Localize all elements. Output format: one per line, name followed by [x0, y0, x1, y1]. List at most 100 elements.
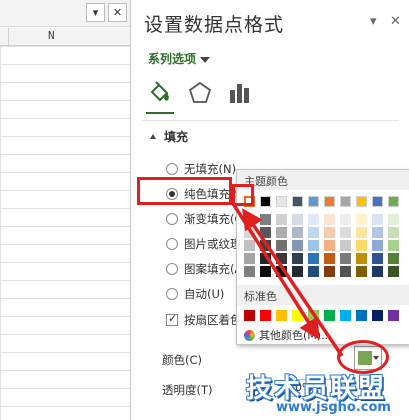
theme-shade-swatch[interactable] [244, 253, 255, 264]
theme-shade-swatch[interactable] [356, 253, 367, 264]
theme-shade-swatch[interactable] [340, 240, 351, 251]
theme-shade-swatch[interactable] [340, 253, 351, 264]
theme-shade-swatch[interactable] [308, 253, 319, 264]
theme-shade-swatch[interactable] [244, 240, 255, 251]
theme-shade-swatch[interactable] [260, 227, 271, 238]
theme-shade-swatch[interactable] [308, 266, 319, 277]
standard-color-swatch[interactable] [276, 310, 287, 321]
theme-shade-swatch[interactable] [292, 266, 303, 277]
standard-color-swatch[interactable] [260, 310, 271, 321]
color-picker-popup: 主题颜色 标准色 其他颜色(M)... [236, 169, 409, 345]
standard-color-swatch[interactable] [388, 310, 399, 321]
sheet-titlebar: ▾ ✕ [0, 0, 130, 27]
series-options-label: 系列选项 [148, 52, 197, 66]
theme-color-swatch[interactable] [276, 196, 287, 207]
theme-shade-swatch[interactable] [388, 240, 399, 251]
standard-color-swatch[interactable] [244, 310, 255, 321]
theme-shade-swatch[interactable] [324, 266, 335, 277]
theme-shade-swatch[interactable] [356, 227, 367, 238]
column-header-n[interactable]: N [48, 29, 55, 42]
theme-shade-swatch[interactable] [340, 227, 351, 238]
theme-shade-swatch[interactable] [292, 227, 303, 238]
theme-shade-swatch[interactable] [308, 214, 319, 225]
theme-shade-swatch[interactable] [324, 227, 335, 238]
theme-colors-header: 主题颜色 [237, 170, 409, 190]
standard-color-swatch[interactable] [324, 310, 335, 321]
theme-shade-swatch[interactable] [260, 253, 271, 264]
sheet-close-button[interactable]: ✕ [108, 3, 127, 22]
radio-button[interactable] [166, 238, 178, 250]
standard-color-swatch[interactable] [372, 310, 383, 321]
theme-shade-swatch[interactable] [340, 214, 351, 225]
standard-color-swatch[interactable] [356, 310, 367, 321]
theme-shade-swatch[interactable] [356, 240, 367, 251]
standard-color-swatch[interactable] [292, 310, 303, 321]
cell-grid[interactable] [0, 46, 130, 420]
theme-shade-swatch[interactable] [324, 240, 335, 251]
radio-pattern-fill[interactable]: 图案填充(A) [166, 261, 247, 279]
fill-line-tab-icon[interactable] [147, 80, 173, 106]
theme-shade-swatch[interactable] [276, 214, 287, 225]
fill-section-header[interactable]: 填充 [150, 128, 188, 145]
sheet-dropdown-button[interactable]: ▾ [86, 3, 105, 22]
theme-shade-swatch[interactable] [356, 266, 367, 277]
effects-tab-icon[interactable] [187, 80, 213, 106]
theme-color-swatch[interactable] [308, 196, 319, 207]
radio-auto-fill[interactable]: 自动(U) [166, 286, 224, 304]
radio-button[interactable] [166, 288, 178, 300]
series-options-tab-icon[interactable] [227, 80, 253, 106]
theme-shade-swatch[interactable] [244, 266, 255, 277]
theme-shade-swatch[interactable] [292, 214, 303, 225]
column-header: N [0, 28, 130, 46]
theme-shade-swatch[interactable] [324, 214, 335, 225]
highlight-solid-fill-box [137, 177, 232, 205]
theme-shade-swatch[interactable] [356, 214, 367, 225]
theme-shade-swatch[interactable] [292, 253, 303, 264]
pane-divider [142, 120, 399, 121]
theme-shade-swatch[interactable] [324, 253, 335, 264]
theme-shade-swatch[interactable] [276, 240, 287, 251]
theme-color-swatch[interactable] [324, 196, 335, 207]
radio-button[interactable] [166, 163, 178, 175]
theme-shade-swatch[interactable] [388, 227, 399, 238]
theme-shade-swatch[interactable] [372, 214, 383, 225]
theme-shade-swatch[interactable] [388, 214, 399, 225]
theme-shade-swatch[interactable] [292, 240, 303, 251]
theme-shade-swatch[interactable] [340, 266, 351, 277]
theme-shade-swatch[interactable] [372, 266, 383, 277]
theme-shade-swatch[interactable] [308, 240, 319, 251]
radio-button[interactable] [166, 213, 178, 225]
standard-color-swatch[interactable] [308, 310, 319, 321]
chevron-down-icon [200, 56, 211, 63]
highlight-white-swatch-box [232, 184, 254, 206]
theme-color-swatch[interactable] [356, 196, 367, 207]
theme-shade-swatch[interactable] [244, 227, 255, 238]
radio-label: 自动(U) [184, 287, 225, 301]
series-options-dropdown[interactable]: 系列选项 [148, 50, 211, 67]
standard-color-swatch[interactable] [340, 310, 351, 321]
theme-color-swatch[interactable] [292, 196, 303, 207]
color-label: 颜色(C) [162, 353, 203, 367]
theme-color-swatch[interactable] [260, 196, 271, 207]
theme-shade-swatch[interactable] [276, 227, 287, 238]
theme-color-swatch[interactable] [340, 196, 351, 207]
theme-shade-swatch[interactable] [276, 253, 287, 264]
theme-color-swatch[interactable] [372, 196, 383, 207]
pane-options-dropdown[interactable]: ▾ [370, 14, 377, 29]
theme-shade-swatch[interactable] [260, 266, 271, 277]
theme-shade-swatch[interactable] [260, 240, 271, 251]
theme-shade-swatch[interactable] [372, 227, 383, 238]
theme-shade-swatch[interactable] [372, 240, 383, 251]
theme-color-swatch[interactable] [388, 196, 399, 207]
theme-shade-swatch[interactable] [372, 253, 383, 264]
more-colors-option[interactable]: 其他颜色(M)... [244, 327, 332, 343]
theme-shade-swatch[interactable] [308, 227, 319, 238]
theme-shade-swatch[interactable] [276, 266, 287, 277]
vary-colors-checkbox[interactable] [166, 312, 178, 326]
pane-close-button[interactable]: ✕ [390, 14, 401, 29]
theme-shade-swatch[interactable] [244, 214, 255, 225]
theme-shade-swatch[interactable] [260, 214, 271, 225]
theme-shade-swatch[interactable] [388, 253, 399, 264]
radio-button[interactable] [166, 263, 178, 275]
theme-shade-swatch[interactable] [388, 266, 399, 277]
